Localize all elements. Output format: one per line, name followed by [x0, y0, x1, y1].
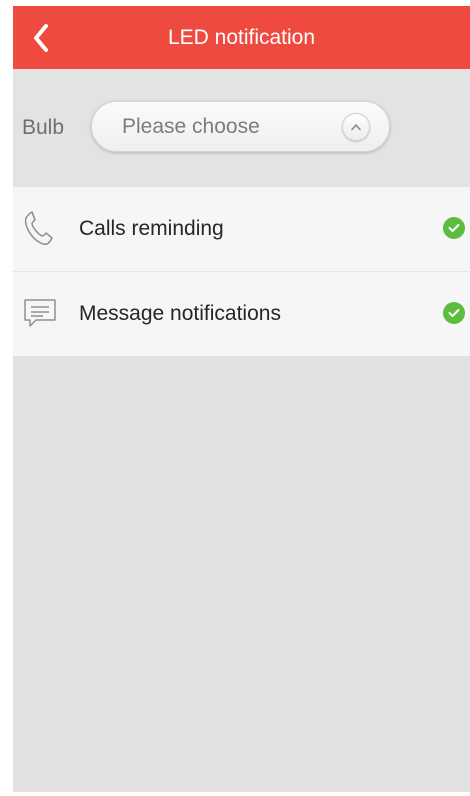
list-item-label: Message notifications [79, 302, 281, 325]
list-item-calls-reminding[interactable]: Calls reminding [13, 187, 470, 271]
check-icon [443, 217, 465, 239]
bulb-select[interactable]: Please choose [91, 101, 390, 152]
led-notification-screen: LED notification Bulb Please choose Call… [13, 6, 470, 792]
bulb-label: Bulb [22, 116, 65, 139]
chevron-up-icon [342, 113, 370, 141]
bulb-row: Bulb Please choose [13, 69, 470, 187]
check-icon [443, 302, 465, 324]
phone-icon [24, 211, 53, 245]
page-title: LED notification [167, 26, 316, 49]
list-item-label: Calls reminding [79, 217, 224, 240]
back-button[interactable] [19, 16, 63, 60]
message-icon [24, 299, 56, 327]
list-item-message-notifications[interactable]: Message notifications [13, 271, 470, 356]
bulb-select-placeholder: Please choose [122, 115, 260, 138]
app-bar: LED notification [13, 6, 470, 69]
notification-list: Calls reminding Message notifications [13, 187, 470, 356]
chevron-left-icon [34, 24, 48, 52]
